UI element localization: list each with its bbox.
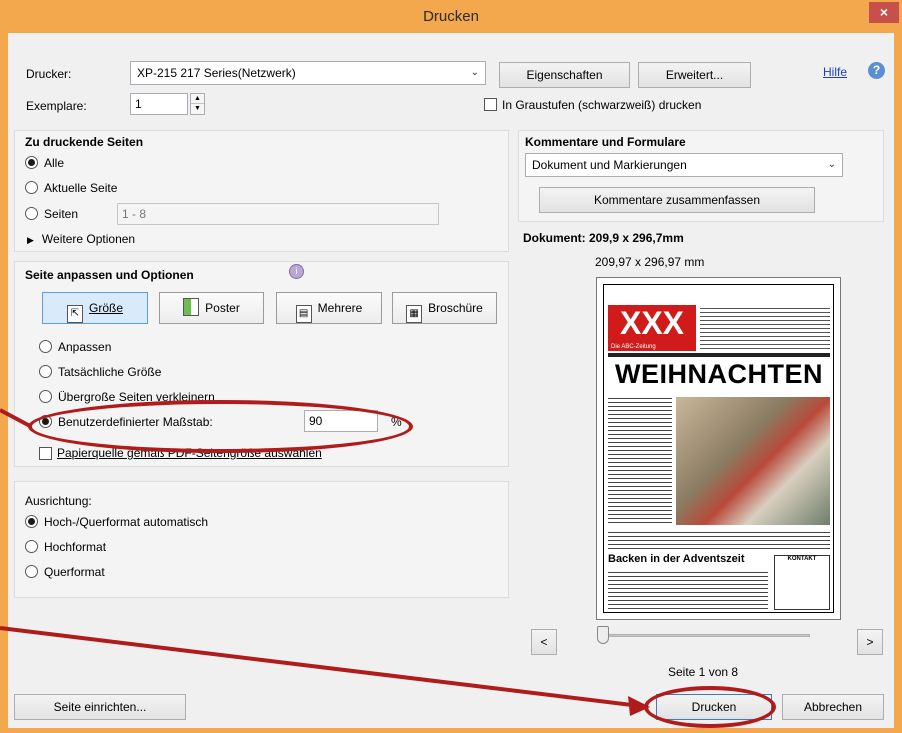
annotation-arrow <box>0 408 650 716</box>
annotation-arrow-line-bottom <box>0 626 641 708</box>
annotation-arrowhead <box>628 696 650 716</box>
annotation-arrow-line-top <box>0 408 31 428</box>
